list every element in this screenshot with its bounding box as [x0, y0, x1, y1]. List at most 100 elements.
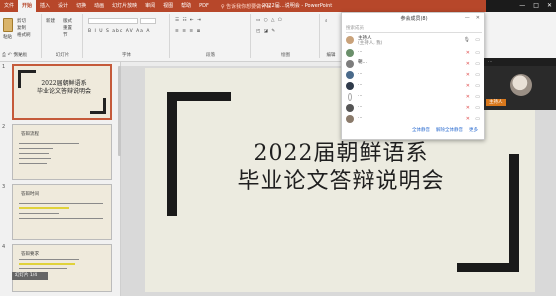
paragraph-label: 段落 — [206, 53, 215, 58]
tab-home[interactable]: 开始 — [18, 0, 37, 12]
slide-thumbnail-2[interactable]: 答辩流程 — [12, 124, 112, 180]
editing-group: ⌕ 编辑 — [321, 14, 341, 58]
member-row[interactable]: 主持人 (主持人, 我) 🎙 ▭ — [346, 35, 482, 46]
paste-icon[interactable] — [3, 18, 13, 32]
copy-button[interactable]: 复制 — [17, 25, 26, 31]
mute-all-button[interactable]: 全体静音 — [412, 127, 430, 133]
minimize-icon[interactable]: — — [465, 15, 470, 21]
mic-icon[interactable]: 🎙 — [464, 37, 470, 43]
text-line — [19, 213, 59, 214]
member-row[interactable]: … ✕ ▭ — [346, 92, 482, 103]
mic-muted-icon[interactable]: ✕ — [466, 61, 470, 67]
camera-icon[interactable]: ▭ — [475, 83, 480, 89]
slide-thumbnail-3[interactable]: 答辩时间 — [12, 184, 112, 240]
camera-icon[interactable]: ▭ — [475, 50, 480, 56]
text-line — [19, 148, 53, 149]
camera-icon[interactable]: ▭ — [475, 61, 480, 67]
bracket-right-vertical — [509, 154, 519, 272]
slide-number-2: 2 — [2, 124, 6, 130]
member-row[interactable]: … ✕ ▭ — [346, 70, 482, 81]
mic-muted-icon[interactable]: ✕ — [466, 72, 470, 78]
mic-muted-icon[interactable]: ✕ — [466, 94, 470, 100]
tab-pdf[interactable]: PDF — [195, 0, 213, 12]
video-thumbnail[interactable]: … 主持人 — [484, 58, 556, 110]
font-name-box[interactable] — [88, 18, 138, 24]
tab-insert[interactable]: 插入 — [36, 0, 54, 12]
mic-muted-icon[interactable]: ✕ — [466, 105, 470, 111]
mic-muted-icon[interactable]: ✕ — [466, 50, 470, 56]
meeting-members-window: 参会成员(8) — ✕ 搜索成员 主持人 (主持人, 我) 🎙 ▭ … ✕ ▭ … — [341, 12, 485, 140]
avatar — [346, 115, 354, 123]
title-bar: 文件 开始 插入 设计 切换 动画 幻灯片放映 审阅 视图 帮助 PDF ♀ 告… — [0, 0, 556, 12]
close-icon[interactable]: ✕ — [547, 0, 552, 12]
thumb-title: 2022届朝鲜语系 毕业论文答辩说明会 — [26, 80, 102, 96]
align-icons[interactable]: ≡ ≡ ≡ ≣ — [175, 29, 201, 34]
minimize-icon[interactable]: — — [519, 0, 525, 12]
member-row[interactable]: … ✕ ▭ — [346, 114, 482, 125]
drawing-label: 绘图 — [281, 53, 290, 58]
paragraph-group: ☰ ☷ ⇤ ⇥ ≡ ≡ ≡ ≣ 段落 — [171, 14, 251, 58]
tab-design[interactable]: 设计 — [54, 0, 72, 12]
avatar — [346, 60, 354, 68]
layout-button[interactable]: 版式 — [63, 18, 72, 24]
mic-muted-icon[interactable]: ✕ — [466, 116, 470, 122]
close-icon[interactable]: ✕ — [476, 15, 480, 21]
slide-title-line1: 2022届朝鲜语系 — [253, 141, 429, 166]
tab-file[interactable]: 文件 — [0, 0, 18, 12]
shapes-icon[interactable]: ▭ ○ △ ⬠ — [256, 18, 283, 23]
tab-slideshow[interactable]: 幻灯片放映 — [108, 0, 141, 12]
tab-animations[interactable]: 动画 — [90, 0, 108, 12]
text-line — [19, 259, 79, 260]
member-name: … — [358, 115, 363, 120]
quick-access-toolbar[interactable]: ⎙ ↶ ↷ ▾ — [2, 52, 22, 58]
avatar — [346, 82, 354, 90]
format-painter-button[interactable]: 格式刷 — [17, 32, 31, 38]
tab-transitions[interactable]: 切换 — [72, 0, 90, 12]
member-name: … — [358, 49, 363, 54]
camera-icon[interactable]: ▭ — [475, 94, 480, 100]
slide-thumbnail-1[interactable]: 2022届朝鲜语系 毕业论文答辩说明会 — [12, 64, 112, 120]
camera-icon[interactable]: ▭ — [475, 72, 480, 78]
thumb-heading: 答辩要求 — [21, 252, 39, 257]
member-row[interactable]: … ✕ ▭ — [346, 48, 482, 59]
reset-button[interactable]: 重置 — [63, 25, 72, 31]
participant-name-tag: 主持人 — [486, 99, 506, 106]
font-format-buttons[interactable]: B I U S abc AV Aa A — [88, 29, 150, 34]
unmute-all-button[interactable]: 解除全体静音 — [436, 127, 463, 133]
camera-icon[interactable]: ▭ — [475, 105, 480, 111]
slide-number-3: 3 — [2, 184, 6, 190]
highlight-line — [19, 207, 69, 209]
arrange-icon[interactable]: ◰ ◪ ✎ — [256, 29, 276, 34]
more-button[interactable]: 更多 — [469, 127, 478, 133]
camera-icon[interactable]: ▭ — [475, 37, 480, 43]
slide-number-4: 4 — [2, 244, 6, 250]
section-button[interactable]: 节 — [63, 32, 68, 38]
member-row[interactable]: 朝… ✕ ▭ — [346, 59, 482, 70]
tab-help[interactable]: 帮助 — [177, 0, 195, 12]
find-icon[interactable]: ⌕ — [325, 18, 328, 24]
camera-icon[interactable]: ▭ — [475, 116, 480, 122]
slide-thumbnail-4[interactable]: 答辩要求 — [12, 244, 112, 292]
cut-button[interactable]: 剪切 — [17, 18, 26, 24]
maximize-icon[interactable]: □ — [533, 0, 539, 12]
font-size-box[interactable] — [140, 18, 156, 24]
list-icons[interactable]: ☰ ☷ ⇤ ⇥ — [175, 18, 202, 23]
member-role: (主持人, 我) — [358, 41, 383, 46]
tab-view[interactable]: 视图 — [159, 0, 177, 12]
slide-title: 2022届朝鲜语系 毕业论文答辩说明会 — [181, 140, 501, 196]
member-search-input[interactable]: 搜索成员 — [346, 25, 482, 33]
new-slide-button[interactable]: 新建 — [46, 18, 55, 24]
member-row[interactable]: … ✕ ▭ — [346, 103, 482, 114]
member-row[interactable]: … ✕ ▭ — [346, 81, 482, 92]
font-label: 字体 — [122, 53, 131, 58]
avatar — [348, 93, 352, 101]
member-name: … — [358, 104, 363, 109]
avatar — [346, 49, 354, 57]
document-title: 2022届…说明会 - PowerPoint — [262, 3, 333, 9]
highlight-line — [19, 263, 75, 265]
members-window-controls: — ✕ — [465, 15, 480, 21]
tab-review[interactable]: 审阅 — [141, 0, 159, 12]
mic-muted-icon[interactable]: ✕ — [466, 83, 470, 89]
slide-status: 幻灯片 1/4 — [12, 272, 48, 280]
paste-button[interactable]: 粘贴 — [3, 34, 12, 40]
